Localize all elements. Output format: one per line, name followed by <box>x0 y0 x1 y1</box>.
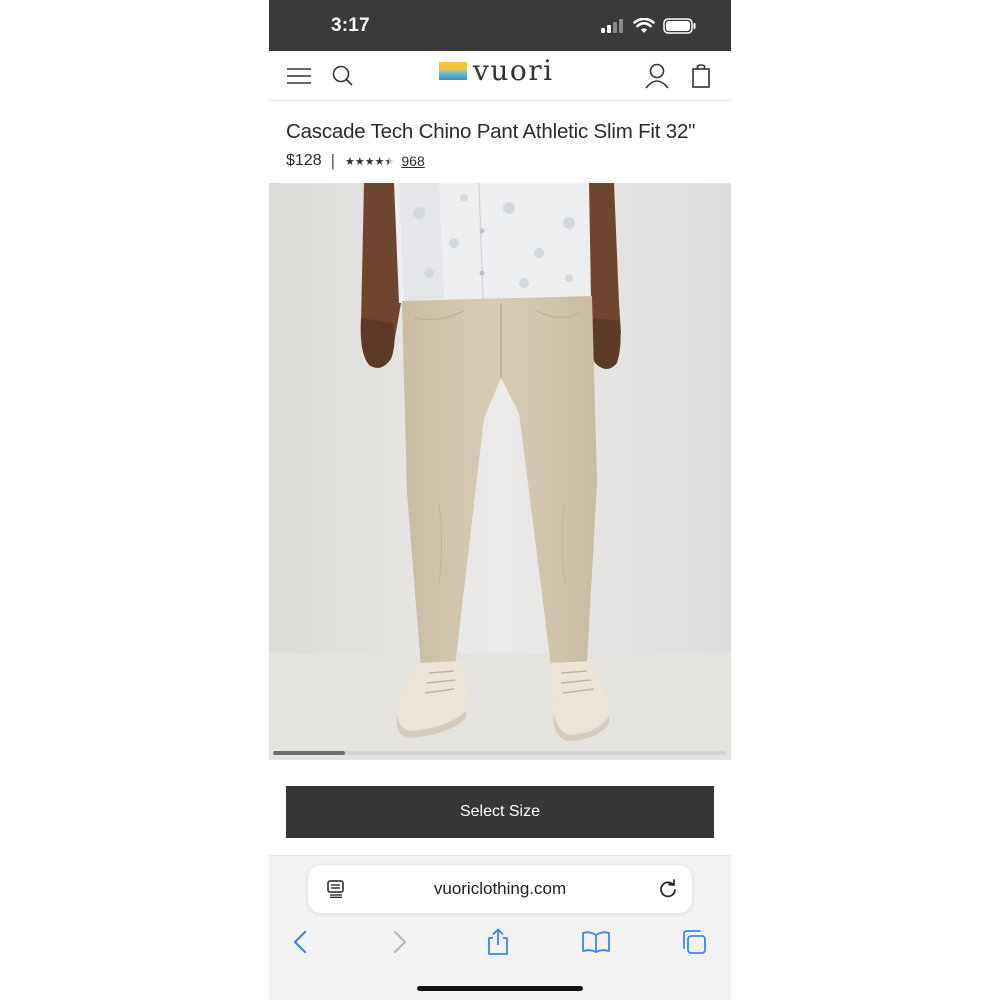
brand-logo[interactable]: vuori <box>439 57 554 85</box>
select-size-button[interactable]: Select Size <box>286 786 714 838</box>
wifi-icon <box>633 18 655 33</box>
bookmarks-icon[interactable] <box>579 925 613 959</box>
price-separator: | <box>330 151 336 170</box>
home-indicator <box>417 986 583 991</box>
site-header: vuori <box>269 51 731 101</box>
reload-icon[interactable] <box>656 877 680 901</box>
forward-icon[interactable] <box>383 925 417 959</box>
tabs-icon[interactable] <box>677 925 711 959</box>
shopping-bag-icon[interactable] <box>684 59 718 93</box>
review-count-link[interactable]: 968 <box>401 153 424 169</box>
search-icon[interactable] <box>326 59 360 93</box>
reader-mode-icon[interactable] <box>324 877 348 901</box>
star-full-icon: ★ ★ <box>354 155 365 168</box>
cellular-signal-icon <box>601 19 623 33</box>
product-price: $128 <box>286 152 322 169</box>
status-icons <box>601 17 697 35</box>
image-carousel-scrollbar[interactable] <box>273 751 726 755</box>
product-image-carousel[interactable] <box>269 183 731 760</box>
url-text[interactable]: vuoriclothing.com <box>308 865 692 913</box>
phone-screen: 3:17 vuori Cascade Tech Chino Pant Athle… <box>269 0 731 1000</box>
hamburger-menu-icon[interactable] <box>282 59 316 93</box>
star-full-icon: ★ ★ <box>345 155 355 168</box>
user-icon[interactable] <box>640 59 674 93</box>
star-half-icon: ★★ <box>384 155 395 168</box>
image-carousel-scrollbar-thumb[interactable] <box>273 751 346 755</box>
brand-logo-mark <box>439 62 467 80</box>
star-full-icon: ★ ★ <box>364 155 375 168</box>
product-photo <box>269 183 731 760</box>
address-bar[interactable]: vuoriclothing.com <box>308 865 692 913</box>
star-rating[interactable]: ★★★★★★★★★★ <box>345 155 395 168</box>
product-title: Cascade Tech Chino Pant Athletic Slim Fi… <box>286 120 696 143</box>
brand-name: vuori <box>473 54 554 87</box>
status-bar: 3:17 <box>269 0 731 51</box>
star-full-icon: ★ ★ <box>374 155 385 168</box>
back-icon[interactable] <box>283 925 317 959</box>
status-time: 3:17 <box>331 15 370 36</box>
browser-bottom-bar: vuoriclothing.com <box>269 855 731 1000</box>
share-icon[interactable] <box>481 925 515 959</box>
price-rating-row: $128 | ★★★★★★★★★★ 968 <box>286 151 425 171</box>
battery-icon <box>663 18 696 34</box>
